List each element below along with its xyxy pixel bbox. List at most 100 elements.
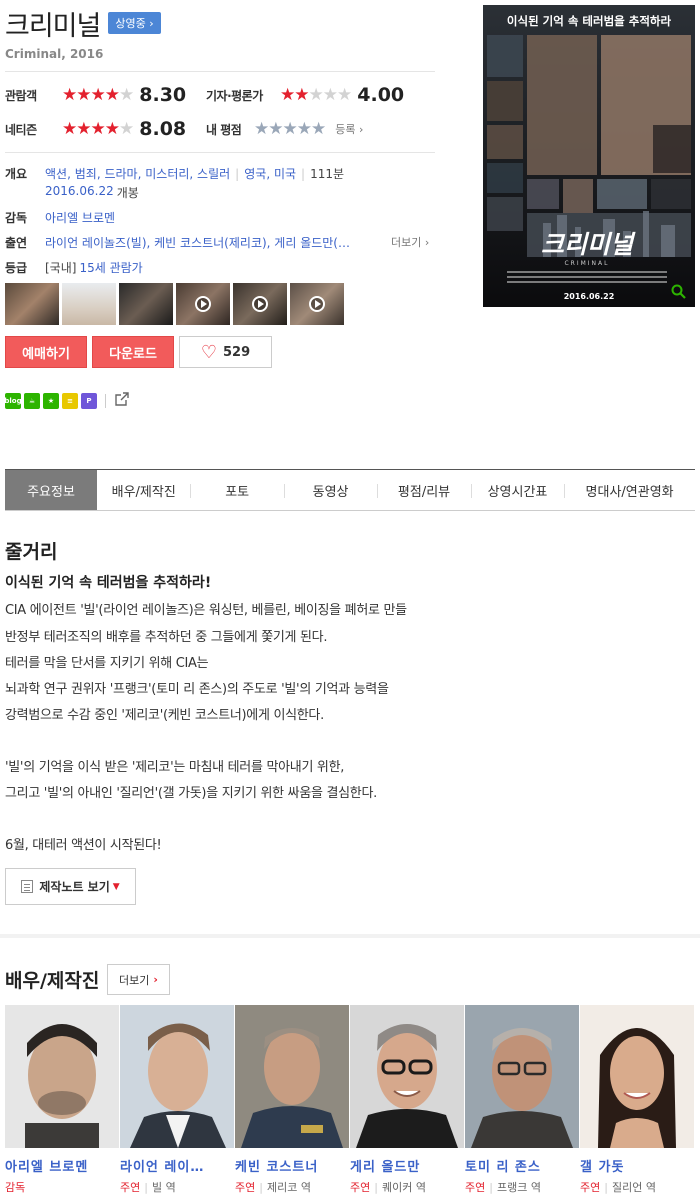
poster-tagline: 이식된 기억 속 테러범을 추적하라	[507, 14, 672, 28]
tab-cast[interactable]: 배우/제작진	[97, 470, 190, 510]
critic-rating-label: 기자·평론가	[206, 88, 263, 103]
play-icon	[195, 296, 211, 312]
genre-link[interactable]: 스릴러	[197, 167, 230, 181]
overview-label: 개요	[5, 167, 28, 181]
cast-more-button[interactable]: 더보기 ›	[107, 964, 170, 995]
genre-link[interactable]: 범죄	[75, 167, 97, 181]
cast-more-label: 더보기	[119, 973, 150, 987]
post-share-icon[interactable]: P	[81, 392, 97, 409]
cast-name[interactable]: 토미 리 존스	[465, 1156, 579, 1175]
tab-showtimes[interactable]: 상영시간표	[470, 470, 564, 510]
country-link[interactable]: 영국	[244, 167, 266, 181]
heart-icon: ♡	[200, 341, 217, 363]
cast-photo[interactable]	[465, 1005, 579, 1148]
tab-main-info[interactable]: 주요정보	[5, 470, 97, 510]
poster-date: 2016.06.22	[564, 292, 615, 301]
download-button[interactable]: 다운로드	[92, 336, 174, 368]
blog-share-icon[interactable]: blog	[4, 392, 22, 409]
cast-photo[interactable]	[120, 1005, 234, 1148]
cast-type: 주연	[350, 1181, 371, 1194]
netizen-rating-label: 네티즌	[5, 122, 37, 137]
cast-row: 출연 라이언 레이놀즈(빌), 케빈 코스트너(제리코), 게리 올드만(…	[5, 234, 350, 251]
cast-card[interactable]: 게리 올드만 주연 | 퀘이커 역	[350, 1005, 464, 1195]
cast-more-link[interactable]: 더보기 ›	[391, 234, 429, 250]
tab-photo[interactable]: 포토	[190, 470, 283, 510]
grade-row: 등급 [국내] 15세 관람가	[5, 259, 143, 276]
release-date-link[interactable]: 2016.06.22	[45, 184, 114, 201]
cast-name[interactable]: 아리엘 브로멘	[5, 1156, 119, 1175]
divider	[5, 71, 435, 72]
grade-label: 등급	[5, 261, 28, 275]
synopsis-tagline: 이식된 기억 속 테러범을 추적하라!	[5, 575, 212, 591]
video-thumbnail[interactable]	[290, 283, 344, 325]
external-share-icon[interactable]	[114, 391, 130, 410]
cast-card[interactable]: 아리엘 브로멘 감독	[5, 1005, 119, 1195]
overview-row: 개요 액션, 범죄, 드라마, 미스터리, 스릴러 | 영국, 미국 | 111분	[5, 165, 344, 182]
document-icon	[21, 880, 34, 893]
bookmark-share-icon[interactable]: ★	[43, 392, 59, 409]
photo-thumbnail[interactable]	[5, 283, 59, 325]
cafe-share-icon[interactable]: ☕	[24, 392, 40, 409]
genre-link[interactable]: 미스터리	[145, 167, 189, 181]
reserve-button[interactable]: 예매하기	[5, 336, 87, 368]
genre-link[interactable]: 액션	[45, 167, 67, 181]
cast-name[interactable]: 게리 올드만	[350, 1156, 464, 1175]
status-badge[interactable]: 상영중 ›	[108, 12, 161, 34]
movie-poster[interactable]: 이식된 기억 속 테러범을 추적하라 크리미널 CRIMINAL 2016.06…	[483, 5, 695, 307]
my-rating: 내 평점 ★ ★ ★ ★ ★ 등록 ›	[206, 117, 363, 141]
cast-name[interactable]: 라이언 레이…	[120, 1156, 234, 1175]
synopsis-line: '빌'의 기억을 이식 받은 '제리코'는 마침내 테러를 막아내기 위한,	[5, 760, 345, 775]
country-link[interactable]: 미국	[274, 167, 296, 181]
tab-reviews[interactable]: 평점/리뷰	[377, 470, 470, 510]
audience-score: 8.30	[139, 84, 187, 106]
movie-title: 크리미널	[5, 10, 101, 42]
section-divider	[0, 934, 700, 938]
cast-photo[interactable]	[350, 1005, 464, 1148]
divider	[5, 152, 435, 153]
cast-type: 주연	[235, 1181, 256, 1194]
audience-stars: ★ ★ ★ ★ ★	[62, 84, 135, 105]
cast-photo[interactable]	[235, 1005, 349, 1148]
release-suffix: 개봉	[116, 186, 139, 200]
play-icon	[252, 296, 268, 312]
cast-card[interactable]: 갤 가돗 주연 | 질리언 역	[580, 1005, 694, 1195]
cast-photo[interactable]	[5, 1005, 119, 1148]
overview-values: 액션, 범죄, 드라마, 미스터리, 스릴러 | 영국, 미국 | 111분	[45, 167, 345, 181]
production-note-button[interactable]: 제작노트 보기 ▼	[5, 868, 136, 905]
tab-video[interactable]: 동영상	[283, 470, 377, 510]
cast-role: 퀘이커 역	[381, 1181, 426, 1194]
video-thumbnail[interactable]	[176, 283, 230, 325]
cast-card[interactable]: 토미 리 존스 주연 | 프랭크 역	[465, 1005, 579, 1195]
cast-photo[interactable]	[580, 1005, 694, 1148]
cast-name[interactable]: 케빈 코스트너	[235, 1156, 349, 1175]
cast-card[interactable]: 라이언 레이… 주연 | 빌 역	[120, 1005, 234, 1195]
band-share-icon[interactable]: ≡	[62, 392, 78, 409]
my-rating-stars[interactable]: ★ ★ ★ ★ ★	[254, 120, 326, 138]
share-row: blog ☕ ★ ≡ P	[4, 391, 130, 410]
genre-link[interactable]: 드라마	[104, 167, 137, 181]
director-row: 감독 아리엘 브로멘	[5, 209, 115, 226]
grade-link[interactable]: 15세 관람가	[79, 259, 142, 276]
poster-title: 크리미널	[541, 230, 636, 259]
cast-type: 주연	[580, 1181, 601, 1194]
video-thumbnail[interactable]	[233, 283, 287, 325]
chevron-down-icon: ▼	[112, 881, 120, 892]
register-rating-link[interactable]: 등록 ›	[335, 121, 363, 137]
cast-card[interactable]: 케빈 코스트너 주연 | 제리코 역	[235, 1005, 349, 1195]
cast-links[interactable]: 라이언 레이놀즈(빌), 케빈 코스트너(제리코), 게리 올드만(…	[45, 234, 350, 251]
like-button[interactable]: ♡ 529	[179, 336, 272, 368]
my-rating-label: 내 평점	[206, 122, 242, 137]
cast-label: 출연	[5, 236, 28, 250]
cast-name[interactable]: 갤 가돗	[580, 1156, 694, 1175]
photo-thumbnail[interactable]	[119, 283, 173, 325]
section-tabs: 주요정보 배우/제작진 포토 동영상 평점/리뷰 상영시간표 명대사/연관영화	[5, 469, 695, 511]
photo-thumbnail[interactable]	[62, 283, 116, 325]
tab-quotes-related[interactable]: 명대사/연관영화	[564, 470, 695, 510]
cast-heading: 배우/제작진	[5, 970, 100, 992]
cast-type: 주연	[120, 1181, 141, 1194]
critic-stars: ★ ★ ★ ★ ★	[280, 84, 353, 105]
critic-rating: 기자·평론가 ★ ★ ★ ★ ★ 4.00	[206, 83, 404, 107]
director-link[interactable]: 아리엘 브로멘	[45, 209, 115, 226]
runtime: 111분	[310, 167, 345, 181]
audience-rating-label: 관람객	[5, 88, 37, 103]
